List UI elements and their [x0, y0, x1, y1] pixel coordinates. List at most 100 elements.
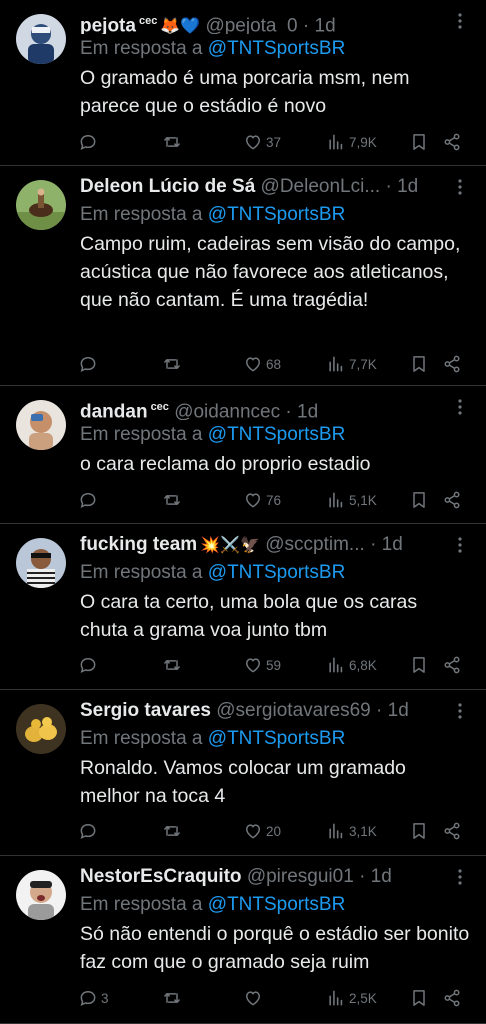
reply-button[interactable] [78, 653, 101, 677]
action-bar: 37 7,9K [78, 130, 472, 154]
like-icon [243, 655, 263, 675]
like-button[interactable]: 37 [243, 130, 281, 154]
display-name[interactable]: pejota [80, 15, 136, 34]
reply-tweet-2[interactable]: Deleon Lúcio de Sá @DeleonLci... · 1d Em… [0, 166, 486, 386]
retweet-button[interactable] [162, 653, 185, 677]
separator-dot: · [285, 401, 292, 420]
reply-tweet-6[interactable]: NestorEsCraquito @piresgui01 · 1d Em res… [0, 856, 486, 1024]
reply-to-link[interactable]: @TNTSportsBR [208, 424, 346, 445]
reply-prefix: Em resposta a [80, 204, 203, 225]
name-badge: cec [138, 15, 158, 27]
reply-button[interactable] [78, 488, 101, 512]
action-bar: 59 6,8K [78, 653, 472, 677]
reply-button[interactable] [78, 352, 101, 376]
like-button[interactable] [243, 986, 266, 1010]
views-button[interactable]: 2,5K [326, 986, 377, 1010]
more-icon[interactable] [452, 534, 468, 556]
share-button[interactable] [442, 819, 462, 843]
tweet-header: Deleon Lúcio de Sá @DeleonLci... · 1d [80, 174, 446, 200]
timestamp[interactable]: 1d [297, 401, 318, 420]
bookmark-icon [409, 354, 429, 374]
retweet-button[interactable] [162, 352, 185, 376]
views-count: 2,5K [349, 990, 377, 1006]
like-count: 37 [266, 134, 282, 150]
user-handle[interactable]: @piresgui01 [247, 866, 354, 887]
like-button[interactable]: 20 [243, 819, 281, 843]
bookmark-button[interactable] [409, 352, 429, 376]
like-icon [243, 988, 263, 1008]
reply-tweet-3[interactable]: dandan cec @oidanncec · 1d Em resposta a … [0, 386, 486, 524]
avatar[interactable] [16, 400, 66, 450]
bookmark-icon [409, 132, 429, 152]
reply-button[interactable] [78, 819, 101, 843]
share-button[interactable] [442, 653, 462, 677]
display-name[interactable]: Deleon Lúcio de Sá [80, 176, 255, 197]
bookmark-button[interactable] [409, 653, 429, 677]
reply-to-link[interactable]: @TNTSportsBR [208, 728, 346, 749]
retweet-icon [162, 490, 182, 510]
share-button[interactable] [442, 352, 462, 376]
avatar[interactable] [16, 704, 66, 754]
views-button[interactable]: 5,1K [326, 488, 377, 512]
reply-button[interactable]: 3 [78, 986, 109, 1010]
display-name[interactable]: fucking team [80, 534, 197, 555]
user-handle[interactable]: @DeleonLci... [261, 176, 381, 197]
avatar[interactable] [16, 14, 66, 64]
like-count: 59 [266, 657, 282, 673]
retweet-button[interactable] [162, 819, 185, 843]
avatar[interactable] [16, 180, 66, 230]
tweet-header: Sergio tavares @sergiotavares69 · 1d [80, 698, 446, 724]
share-button[interactable] [442, 488, 462, 512]
reply-tweet-1[interactable]: pejota cec 🦊💙 @pejota_0 · 1d Em resposta a… [0, 0, 486, 166]
reply-tweet-5[interactable]: Sergio tavares @sergiotavares69 · 1d Em … [0, 690, 486, 856]
reply-icon [78, 655, 98, 675]
views-icon [326, 655, 346, 675]
display-name[interactable]: NestorEsCraquito [80, 866, 242, 887]
bookmark-button[interactable] [409, 488, 429, 512]
reply-to-link[interactable]: @TNTSportsBR [208, 894, 346, 915]
name-badge: cec [150, 401, 169, 413]
more-icon[interactable] [452, 10, 468, 32]
views-button[interactable]: 3,1K [326, 819, 377, 843]
timestamp[interactable]: 1d [371, 866, 392, 887]
like-button[interactable]: 59 [243, 653, 281, 677]
display-name[interactable]: dandan [80, 401, 148, 420]
reply-to-link[interactable]: @TNTSportsBR [208, 38, 346, 59]
views-button[interactable]: 6,8K [326, 653, 377, 677]
user-handle[interactable]: @pejota_0 [205, 15, 297, 34]
avatar[interactable] [16, 870, 66, 920]
share-button[interactable] [442, 130, 462, 154]
timestamp[interactable]: 1d [382, 534, 403, 555]
views-button[interactable]: 7,9K [326, 130, 377, 154]
avatar[interactable] [16, 538, 66, 588]
reply-to-link[interactable]: @TNTSportsBR [208, 562, 346, 583]
bookmark-button[interactable] [409, 986, 429, 1010]
views-button[interactable]: 7,7K [326, 352, 377, 376]
action-bar: 3 2,5K [78, 986, 472, 1010]
share-button[interactable] [442, 986, 462, 1010]
user-handle[interactable]: @sergiotavares69 [216, 700, 370, 721]
timestamp[interactable]: 1d [388, 700, 409, 721]
reply-button[interactable] [78, 130, 101, 154]
reply-context: Em resposta a @TNTSportsBR [80, 560, 345, 586]
views-count: 7,7K [349, 356, 377, 372]
timestamp[interactable]: 1d [397, 176, 418, 197]
retweet-button[interactable] [162, 130, 185, 154]
more-icon[interactable] [452, 866, 468, 888]
display-name[interactable]: Sergio tavares [80, 700, 211, 721]
timestamp[interactable]: 1d [315, 15, 336, 34]
reply-to-link[interactable]: @TNTSportsBR [208, 204, 346, 225]
retweet-button[interactable] [162, 986, 185, 1010]
user-handle[interactable]: @oidanncec [174, 401, 280, 420]
more-icon[interactable] [452, 176, 468, 198]
bookmark-button[interactable] [409, 819, 429, 843]
bookmark-button[interactable] [409, 130, 429, 154]
like-button[interactable]: 68 [243, 352, 281, 376]
tweet-header: fucking team 💥⚔️🦅 @sccptim... · 1d [80, 532, 446, 558]
more-icon[interactable] [452, 700, 468, 722]
retweet-button[interactable] [162, 488, 185, 512]
more-icon[interactable] [452, 396, 468, 418]
user-handle[interactable]: @sccptim... [265, 534, 365, 555]
reply-tweet-4[interactable]: fucking team 💥⚔️🦅 @sccptim... · 1d Em res… [0, 524, 486, 690]
like-button[interactable]: 76 [243, 488, 281, 512]
